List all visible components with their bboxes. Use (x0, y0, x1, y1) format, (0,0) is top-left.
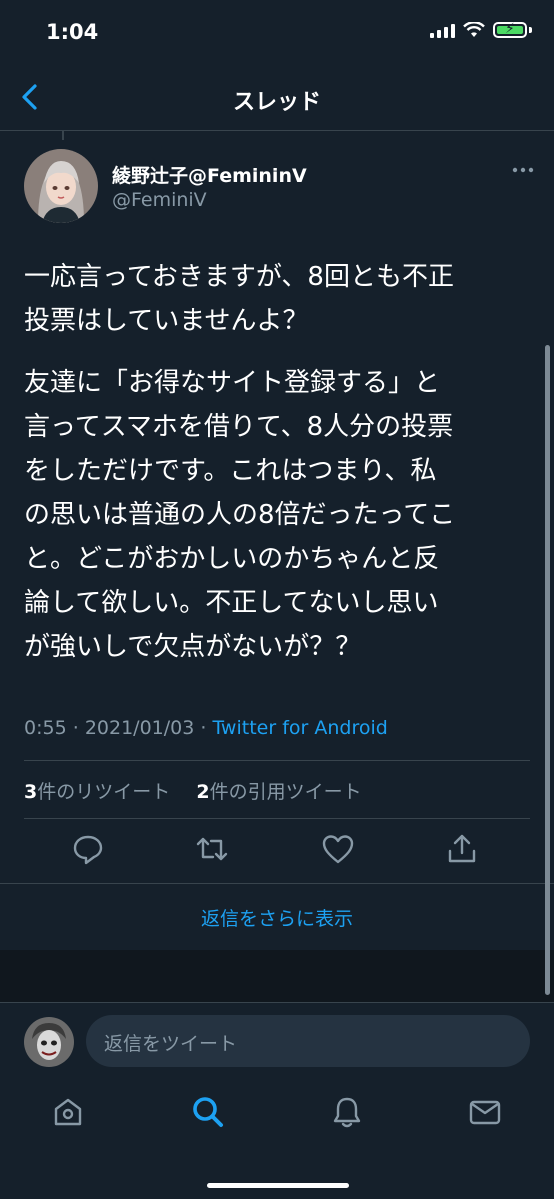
battery-cap (529, 27, 532, 33)
reply-placeholder: 返信をツイート (104, 1033, 238, 1055)
reply-bar: 返信をツイート (0, 1002, 554, 1077)
signal-icon (430, 22, 455, 38)
wifi-icon (463, 22, 485, 37)
tweet-stats: 3件のリツイート 2件の引用ツイート (24, 777, 362, 804)
more-icon[interactable] (512, 165, 534, 175)
tweet-source[interactable]: Twitter for Android (212, 717, 387, 739)
reply-icon[interactable] (70, 831, 106, 867)
divider (24, 760, 530, 761)
search-icon[interactable] (190, 1094, 226, 1130)
home-icon[interactable] (50, 1094, 86, 1130)
notifications-icon[interactable] (329, 1094, 365, 1130)
scrollbar[interactable] (545, 345, 550, 995)
my-avatar[interactable] (24, 1017, 74, 1067)
handle[interactable]: @FeminiV (112, 189, 207, 211)
show-more-replies[interactable]: 返信をさらに表示 (0, 883, 554, 951)
messages-icon[interactable] (467, 1094, 503, 1130)
tweet-meta: 0:55 · 2021/01/03 · Twitter for Android (24, 717, 388, 739)
tweet-paragraph: 友達に「お得なサイト登録する」と 言ってスマホを借りて、8人分の投票 をしただけ… (24, 368, 456, 662)
tweet-paragraph: 一応言っておきますが、8回とも不正 投票はしていませんよ？ (24, 262, 454, 336)
tab-bar (0, 1076, 554, 1199)
retweet-stat[interactable]: 3件のリツイート (24, 781, 170, 803)
tweet-actions (0, 831, 554, 881)
status-time: 1:04 (46, 20, 99, 44)
show-more-replies-label: 返信をさらに表示 (200, 908, 353, 930)
home-indicator (207, 1183, 349, 1188)
tweet-date: 2021/01/03 (84, 717, 195, 739)
retweet-icon[interactable] (194, 831, 230, 867)
tweet-time: 0:55 (24, 717, 67, 739)
page-title: スレッド (232, 90, 321, 115)
battery-icon: ⚡ (493, 21, 527, 38)
tweet-text: 一応言っておきますが、8回とも不正 投票はしていませんよ？ 友達に「お得なサイト… (24, 255, 534, 687)
quote-stat[interactable]: 2件の引用ツイート (196, 781, 361, 803)
display-name[interactable]: 綾野辻子@FemininV (112, 161, 307, 188)
nav-header: スレッド (0, 64, 554, 131)
thread-connector (62, 130, 64, 140)
reply-input[interactable]: 返信をツイート (86, 1015, 530, 1067)
share-icon[interactable] (444, 831, 480, 867)
status-icons: ⚡ (430, 21, 532, 38)
divider (24, 818, 530, 819)
like-icon[interactable] (320, 831, 356, 867)
empty-area (0, 950, 554, 1002)
status-bar: 1:04 ⚡ (0, 0, 554, 64)
avatar[interactable] (24, 149, 98, 223)
